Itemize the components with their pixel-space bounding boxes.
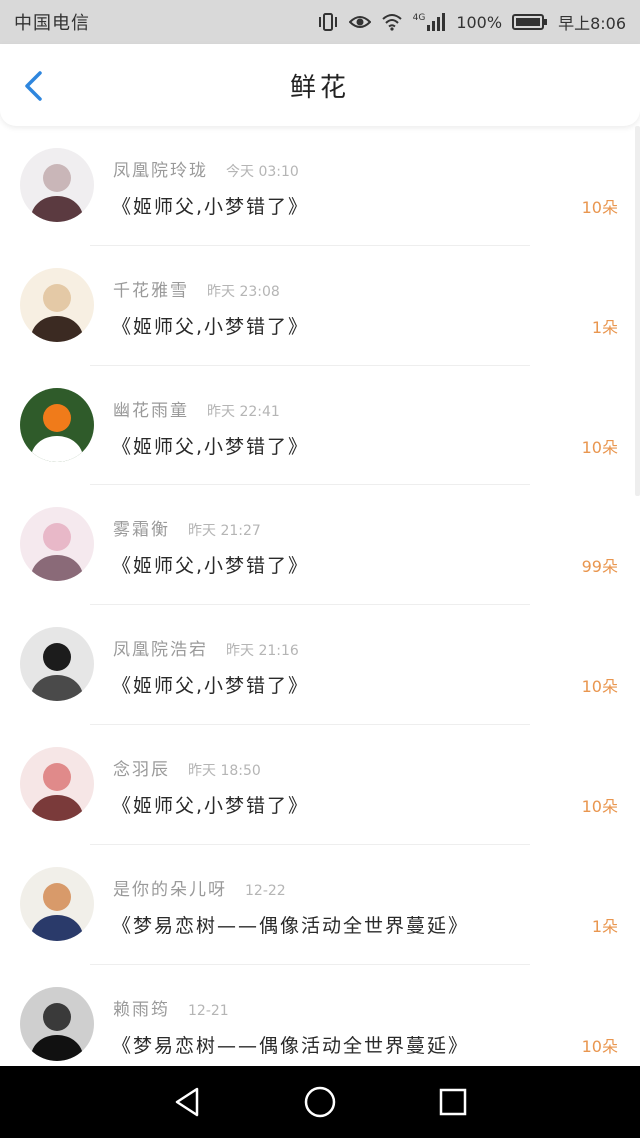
circle-home-icon [304, 1086, 336, 1118]
avatar[interactable] [20, 866, 94, 941]
battery-percent: 100% [456, 12, 503, 32]
timestamp: 昨天 22:41 [207, 403, 280, 420]
avatar[interactable] [20, 148, 94, 222]
avatar[interactable] [20, 746, 94, 821]
timestamp: 昨天 21:16 [226, 643, 299, 660]
carrier-label: 中国电信 [14, 13, 90, 34]
avatar[interactable] [20, 986, 94, 1061]
status-bar: 中国电信 4G 100% 早上8:06 [0, 0, 640, 44]
flower-count: 1朵 [591, 916, 618, 936]
work-title: 《姬师父,小梦错了》 [112, 315, 310, 338]
avatar-icon [20, 746, 94, 821]
wifi-icon [381, 13, 403, 31]
battery-icon [512, 13, 548, 31]
list-item[interactable]: 是你的朵儿呀 12-22 《梦易恋树——偶像活动全世界蔓延》 1朵 [0, 845, 640, 965]
list-item[interactable]: 雾霜衡 昨天 21:27 《姬师父,小梦错了》 99朵 [0, 485, 640, 606]
work-title: 《姬师父,小梦错了》 [112, 675, 310, 698]
avatar-icon [20, 148, 94, 222]
network-type-label: 4G [412, 13, 426, 23]
timestamp: 昨天 23:08 [207, 283, 280, 300]
flower-count: 10朵 [581, 677, 618, 697]
sender-name[interactable]: 念羽辰 [113, 755, 170, 780]
vibrate-icon [317, 12, 339, 32]
system-back-button[interactable] [163, 1078, 211, 1126]
scrollbar[interactable] [635, 126, 640, 496]
sender-name[interactable]: 凤凰院浩宕 [113, 635, 208, 660]
work-title: 《梦易恋树——偶像活动全世界蔓延》 [112, 1034, 470, 1057]
sender-name[interactable]: 是你的朵儿呀 [113, 875, 227, 900]
header-bar: 鲜花 [0, 44, 640, 126]
avatar[interactable] [20, 627, 94, 702]
work-title: 《姬师父,小梦错了》 [112, 435, 310, 458]
system-nav-bar [0, 1066, 640, 1138]
work-title: 《梦易恋树——偶像活动全世界蔓延》 [112, 914, 470, 937]
flower-count: 10朵 [581, 437, 618, 457]
chevron-left-icon [25, 71, 42, 101]
avatar[interactable] [20, 507, 94, 582]
list-item[interactable]: 凤凰院浩宕 昨天 21:16 《姬师父,小梦错了》 10朵 [0, 605, 640, 725]
system-recents-button[interactable] [429, 1078, 477, 1126]
timestamp: 12-21 [188, 1002, 229, 1019]
avatar-icon [20, 627, 94, 702]
flower-count: 10朵 [581, 198, 618, 217]
timestamp: 昨天 21:27 [188, 523, 261, 540]
sender-name[interactable]: 千花雅雪 [113, 276, 189, 301]
avatar-icon [20, 507, 94, 582]
work-title: 《姬师父,小梦错了》 [112, 555, 310, 578]
triangle-back-icon [175, 1087, 198, 1117]
square-recents-icon [440, 1088, 467, 1116]
gift-list[interactable]: 凤凰院玲珑 今天 03:10 《姬师父,小梦错了》 10朵 千花雅雪 昨天 23… [0, 126, 640, 1066]
system-home-button[interactable] [296, 1078, 344, 1126]
work-title: 《姬师父,小梦错了》 [112, 196, 310, 218]
list-item[interactable]: 幽花雨童 昨天 22:41 《姬师父,小梦错了》 10朵 [0, 366, 640, 486]
avatar-icon [20, 387, 94, 462]
eye-icon [348, 14, 371, 30]
list-item[interactable]: 凤凰院玲珑 今天 03:10 《姬师父,小梦错了》 10朵 [0, 126, 640, 246]
flower-count: 99朵 [581, 557, 618, 577]
back-button[interactable] [16, 68, 52, 104]
timestamp: 昨天 18:50 [188, 762, 261, 779]
avatar[interactable] [20, 267, 94, 342]
avatar-icon [20, 986, 94, 1061]
work-title: 《姬师父,小梦错了》 [112, 794, 310, 817]
timestamp: 12-22 [245, 882, 286, 899]
flower-count: 10朵 [581, 796, 618, 816]
avatar-icon [20, 267, 94, 342]
flower-count: 1朵 [591, 317, 618, 337]
timestamp: 今天 03:10 [226, 164, 299, 180]
avatar-icon [20, 866, 94, 941]
flower-count: 10朵 [581, 1036, 618, 1056]
list-item[interactable]: 千花雅雪 昨天 23:08 《姬师父,小梦错了》 1朵 [0, 246, 640, 366]
list-item[interactable]: 赖雨筠 12-21 《梦易恋树——偶像活动全世界蔓延》 10朵 [0, 965, 640, 1066]
avatar[interactable] [20, 387, 94, 462]
page-title: 鲜花 [289, 72, 350, 103]
sender-name[interactable]: 凤凰院玲珑 [113, 156, 208, 181]
sender-name[interactable]: 幽花雨童 [113, 396, 189, 421]
list-item[interactable]: 念羽辰 昨天 18:50 《姬师父,小梦错了》 10朵 [0, 725, 640, 845]
signal-icon: 4G [413, 13, 447, 31]
status-icons: 4G 100% 早上8:06 [317, 10, 626, 34]
sender-name[interactable]: 雾霜衡 [113, 515, 170, 540]
clock-label: 早上8:06 [558, 14, 626, 33]
sender-name[interactable]: 赖雨筠 [113, 995, 170, 1020]
